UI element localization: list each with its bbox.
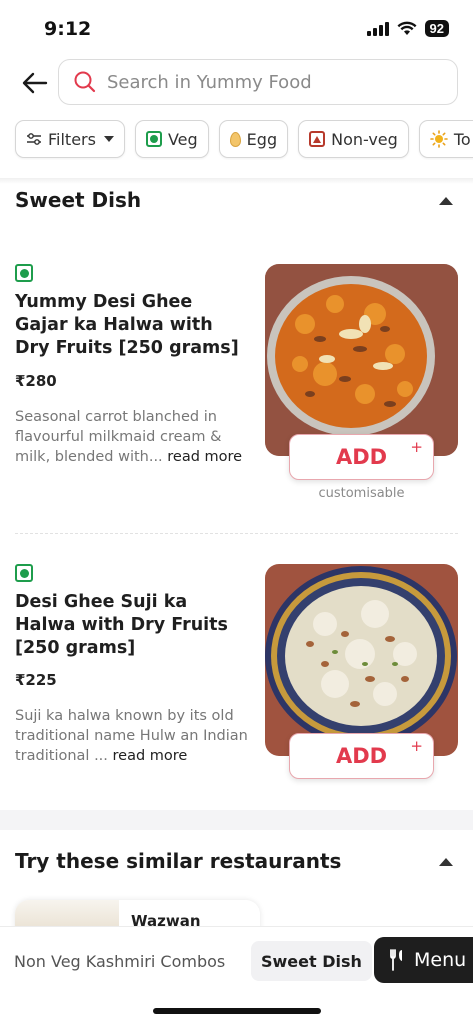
section-separator xyxy=(0,810,473,830)
egg-chip-label: Egg xyxy=(246,129,278,149)
add-button[interactable]: ADD + xyxy=(289,434,434,480)
plus-icon: + xyxy=(410,438,423,456)
header-divider xyxy=(0,178,473,184)
home-indicator xyxy=(153,1008,321,1014)
item-price: ₹225 xyxy=(15,671,57,689)
add-label: ADD xyxy=(335,445,388,469)
menu-item: Yummy Desi Ghee Gajar ka Halwa with Dry … xyxy=(0,264,473,534)
veg-icon xyxy=(145,131,162,147)
search-icon xyxy=(74,71,96,93)
sun-icon xyxy=(430,130,448,148)
status-icons: 92 xyxy=(366,20,449,37)
filters-chip-label: Filters xyxy=(48,129,96,149)
top-rated-chip[interactable]: To xyxy=(418,120,473,158)
item-description: Seasonal carrot blanched in flavourful m… xyxy=(15,409,243,465)
item-name: Desi Ghee Suji ka Halwa with Dry Fruits … xyxy=(15,592,228,658)
arrow-left-icon xyxy=(22,72,48,94)
egg-icon xyxy=(229,131,241,147)
section-title: Sweet Dish xyxy=(15,188,142,212)
veg-chip[interactable]: Veg xyxy=(134,120,209,158)
item-description: Suji ka halwa known by its old tradition… xyxy=(15,708,248,764)
menu-item: Desi Ghee Suji ka Halwa with Dry Fruits … xyxy=(0,564,473,794)
collapse-icon[interactable] xyxy=(439,858,453,866)
read-more-link[interactable]: read more xyxy=(167,449,242,465)
veg-chip-label: Veg xyxy=(167,129,198,149)
menu-label: Menu xyxy=(414,949,467,971)
back-button[interactable] xyxy=(18,66,52,100)
search-bar[interactable] xyxy=(58,59,458,105)
cutlery-icon xyxy=(390,949,402,971)
non-veg-chip-label: Non-veg xyxy=(331,129,398,149)
item-price: ₹280 xyxy=(15,372,57,390)
wifi-icon xyxy=(397,21,417,35)
non-veg-icon xyxy=(309,131,326,147)
top-chip-label: To xyxy=(453,129,471,149)
customisable-label: customisable xyxy=(318,486,405,501)
collapse-icon[interactable] xyxy=(439,197,453,205)
status-time: 9:12 xyxy=(44,18,92,40)
add-button[interactable]: ADD + xyxy=(289,733,434,779)
battery-indicator: 92 xyxy=(424,20,449,37)
dish-image-suji-halwa[interactable] xyxy=(265,564,458,756)
sliders-icon xyxy=(27,133,41,145)
chevron-down-icon xyxy=(103,136,114,142)
category-tab-non-veg-kashmiri-combos[interactable]: Non Veg Kashmiri Combos xyxy=(4,941,235,981)
add-label: ADD xyxy=(335,744,388,768)
filters-chip[interactable]: Filters xyxy=(15,120,125,158)
item-divider xyxy=(15,533,458,534)
search-input[interactable] xyxy=(107,71,427,93)
veg-icon xyxy=(15,564,33,582)
egg-chip[interactable]: Egg xyxy=(218,120,289,158)
status-bar: 9:12 92 xyxy=(0,0,473,56)
non-veg-chip[interactable]: Non-veg xyxy=(298,120,409,158)
read-more-link[interactable]: read more xyxy=(113,748,188,764)
filter-bar: Filters Veg Egg Non-veg To xyxy=(0,120,473,160)
veg-icon xyxy=(15,264,33,282)
menu-button[interactable]: Menu xyxy=(374,937,473,983)
signal-icon xyxy=(366,21,389,36)
dish-image-gajar-halwa[interactable] xyxy=(265,264,458,456)
item-name: Yummy Desi Ghee Gajar ka Halwa with Dry … xyxy=(15,292,239,358)
plus-icon: + xyxy=(410,737,423,755)
similar-restaurants-title: Try these similar restaurants xyxy=(15,849,342,873)
category-tab-sweet-dish[interactable]: Sweet Dish xyxy=(251,941,372,981)
